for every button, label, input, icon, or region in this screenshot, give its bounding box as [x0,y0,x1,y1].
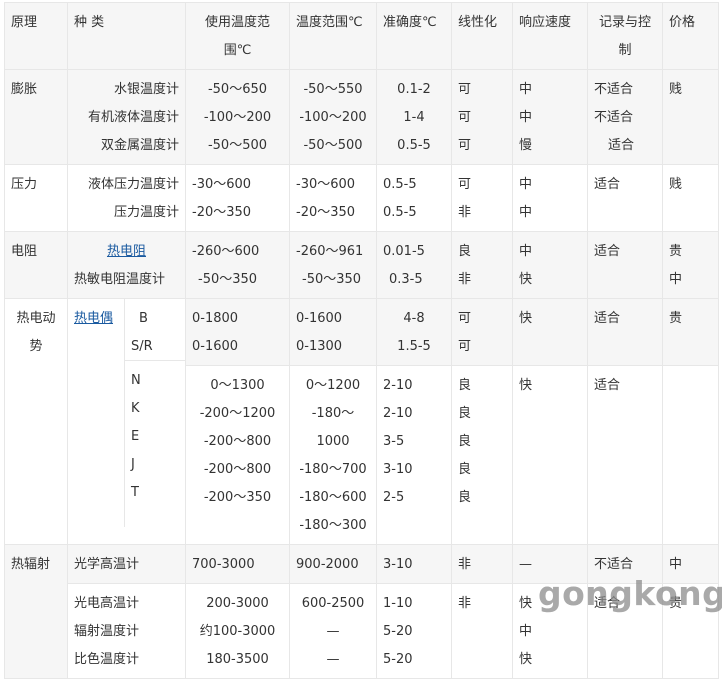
table-row: 膨胀 水银温度计 有机液体温度计 双金属温度计 -50～650 -100～200… [4,69,719,165]
table-row: 电阻 热电阻 热敏电阻温度计 -260～600 -50～350 -260～961… [4,231,719,299]
linearity-cell: 非 [451,544,513,584]
header-price: 价格 [662,2,719,70]
temp-range-cell: -260～961 -50～350 [289,231,377,299]
use-range-cell: -50～650 -100～200 -50～500 [185,69,290,165]
record-cell: 适合 [587,164,663,232]
temp-range-cell: 600-2500 — — [289,583,377,679]
record-cell: 不适合 不适合 适合 [587,69,663,165]
accuracy-cell: 0.5-5 0.5-5 [376,164,452,232]
principle-cell: 压力 [4,164,68,232]
linearity-cell: 可 可 可 [451,69,513,165]
principle-cell: 电阻 [4,231,68,299]
speed-cell: 中 快 [512,231,588,299]
linearity-cell: 良 良 良 良 良 [451,365,513,545]
temp-range-cell: -30～600 -20～350 [289,164,377,232]
temp-range-cell: 900-2000 [289,544,377,584]
rtd-link[interactable]: 热电阻 [107,244,146,259]
header-response-speed: 响应速度 [512,2,588,70]
use-range-cell: 0～1300 -200～1200 -200～800 -200～800 -200～… [185,365,290,545]
accuracy-cell: 3-10 [376,544,452,584]
accuracy-cell: 1-10 5-20 5-20 [376,583,452,679]
speed-cell: 快 [512,298,588,366]
accuracy-cell: 2-10 2-10 3-5 3-10 2-5 [376,365,452,545]
header-temp-range: 温度范围℃ [289,2,377,70]
linearity-cell: 良 非 [451,231,513,299]
record-cell: 适合 [587,231,663,299]
type-cell: 光电高温计 辐射温度计 比色温度计 [67,583,186,679]
price-cell [662,365,719,545]
use-range-cell: 200-3000 约100-3000 180-3500 [185,583,290,679]
linearity-cell: 可 可 [451,298,513,366]
type-cell: 液体压力温度计 压力温度计 [67,164,186,232]
price-cell: 贵 中 [662,231,719,299]
principle-cell: 热电动 势 [4,298,68,545]
header-use-range: 使用温度范 围℃ [185,2,290,70]
use-range-cell: 0-1800 0-1600 [185,298,290,366]
header-accuracy: 准确度℃ [376,2,452,70]
price-cell: 贵 [662,298,719,366]
accuracy-cell: 0.1-2 1-4 0.5-5 [376,69,452,165]
header-type: 种 类 [67,2,186,70]
principle-cell: 膨胀 [4,69,68,165]
header-record-control: 记录与控 制 [587,2,663,70]
header-linearity: 线性化 [451,2,513,70]
type-cell: 光学高温计 [67,544,186,584]
speed-cell: 快 [512,365,588,545]
type-cell: 水银温度计 有机液体温度计 双金属温度计 [67,69,186,165]
type-cell: 热电阻 热敏电阻温度计 [67,231,186,299]
record-cell: 适合 [587,365,663,545]
thermocouple-link[interactable]: 热电偶 [74,311,113,326]
use-range-cell: -30～600 -20～350 [185,164,290,232]
header-principle: 原理 [4,2,68,70]
accuracy-cell: 0.01-5 0.3-5 [376,231,452,299]
table-row: 热电动 势 热电偶 B S/R N K E J T 0-1800 0-1600 … [4,298,719,545]
linearity-cell: 非 [451,583,513,679]
speed-cell: 中 中 慢 [512,69,588,165]
linearity-cell: 可 非 [451,164,513,232]
speed-cell: 中 中 [512,164,588,232]
table-row: 压力 液体压力温度计 压力温度计 -30～600 -20～350 -30～600… [4,164,719,232]
use-range-cell: 700-3000 [185,544,290,584]
temp-range-cell: -50～550 -100～200 -50～500 [289,69,377,165]
price-cell: 贱 [662,164,719,232]
use-range-cell: -260～600 -50～350 [185,231,290,299]
gongkong-watermark: gongkong [538,574,722,613]
header-row: 原理 种 类 使用温度范 围℃ 温度范围℃ 准确度℃ 线性化 响应速度 记录与控… [4,2,719,70]
accuracy-cell: 4-8 1.5-5 [376,298,452,366]
principle-cell: 热辐射 [4,544,68,679]
temp-range-cell: 0～1200 -180～ 1000 -180～700 -180～600 -180… [289,365,377,545]
temp-range-cell: 0-1600 0-1300 [289,298,377,366]
record-cell: 适合 [587,298,663,366]
type-cell: 热电偶 B S/R N K E J T [67,298,186,545]
price-cell: 贱 [662,69,719,165]
